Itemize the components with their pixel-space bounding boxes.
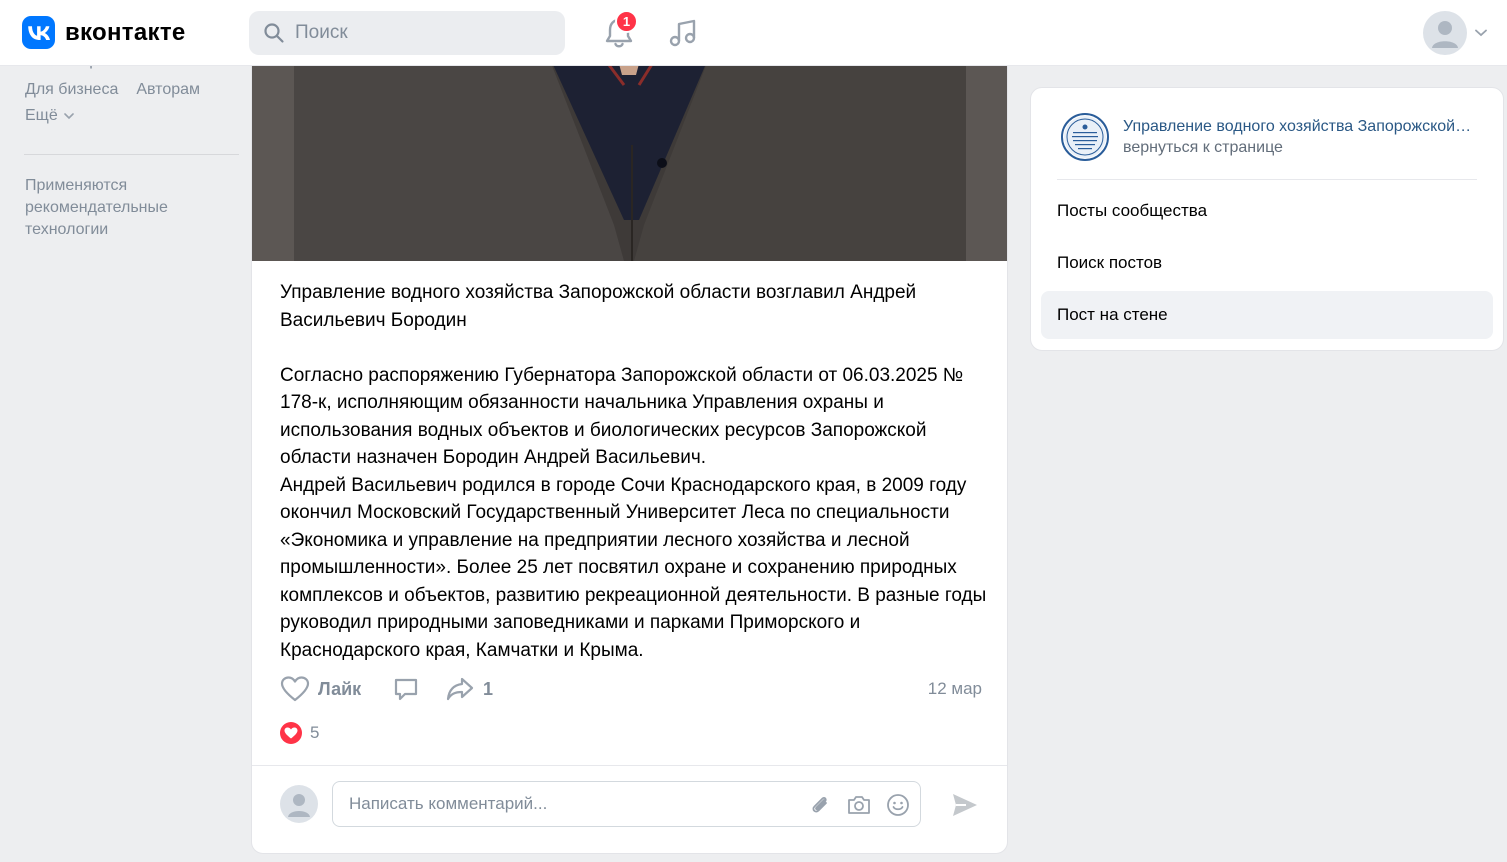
user-placeholder-icon (288, 794, 310, 817)
panel-item-search-posts[interactable]: Поиск постов (1041, 239, 1493, 287)
heart-reaction-icon (280, 722, 302, 744)
community-panel: Управление водного хозяйства Запорожской… (1030, 87, 1504, 351)
group-emblem-icon (1064, 116, 1106, 158)
group-logo (1061, 113, 1109, 161)
wall-post: Управление водного хозяйства Запорожской… (251, 44, 1008, 854)
nav-more-label: Ещё (25, 107, 58, 124)
share-icon (446, 677, 474, 701)
attach-icon[interactable] (808, 793, 832, 817)
post-divider (252, 765, 1007, 766)
share-count: 1 (483, 678, 494, 699)
reactions-summary[interactable]: 5 (280, 722, 319, 744)
comment-avatar[interactable] (280, 785, 318, 823)
like-label: Лайк (318, 678, 362, 699)
heart-outline-icon (280, 676, 310, 702)
post-actions: Лайк 1 12 мар (280, 675, 982, 707)
post-date[interactable]: 12 мар (928, 679, 982, 699)
panel-item-community-posts[interactable]: Посты сообщества (1041, 187, 1493, 235)
notifications-badge: 1 (615, 10, 638, 33)
back-to-page-link[interactable]: вернуться к странице (1123, 139, 1475, 157)
camera-icon[interactable] (846, 793, 872, 817)
group-header[interactable]: Управление водного хозяйства Запорожской… (1061, 113, 1475, 161)
profile-menu[interactable] (1423, 11, 1487, 55)
nav-link-authors[interactable]: Авторам (136, 81, 200, 99)
recommendation-note[interactable]: Применяются рекомендательные технологии (25, 175, 225, 241)
nav-divider (24, 154, 239, 155)
vk-logo-icon (22, 16, 55, 49)
music-icon[interactable] (667, 17, 699, 49)
share-button[interactable]: 1 (445, 675, 493, 703)
comment-tools (808, 793, 910, 817)
like-button[interactable]: Лайк (280, 675, 361, 703)
post-title: Управление водного хозяйства Запорожской… (280, 282, 917, 331)
comment-placeholder: Написать комментарий... (349, 794, 548, 813)
nav-link-business[interactable]: Для бизнеса (25, 81, 118, 99)
chevron-down-icon (63, 112, 74, 119)
vk-logo[interactable]: вконтакте (22, 16, 186, 49)
reactions-count: 5 (310, 723, 320, 742)
comment-input[interactable]: Написать комментарий... (332, 781, 921, 827)
comment-composer: Написать комментарий... (280, 781, 982, 827)
panel-divider (1057, 179, 1477, 180)
avatar (1423, 11, 1467, 55)
post-photo[interactable] (252, 45, 1007, 261)
logo-text: вконтакте (65, 18, 186, 46)
emoji-icon[interactable] (886, 793, 910, 817)
search-placeholder: Поиск (295, 22, 348, 43)
post-paragraph-1: Согласно распоряжению Губернатора Запоро… (280, 364, 964, 469)
search-icon (264, 23, 284, 43)
group-title[interactable]: Управление водного хозяйства Запорожской… (1123, 118, 1475, 136)
user-placeholder-icon (1432, 21, 1458, 48)
nav-links: Для бизнеса Авторам (25, 81, 200, 99)
chevron-down-icon (1475, 29, 1487, 37)
nav-more-button[interactable]: Ещё (25, 107, 74, 125)
send-icon[interactable] (950, 791, 980, 819)
comment-button[interactable] (392, 675, 420, 703)
post-paragraph-2: Андрей Васильевич родился в городе Сочи … (280, 474, 987, 661)
post-text: Управление водного хозяйства Запорожской… (280, 279, 990, 664)
group-info: Управление водного хозяйства Запорожской… (1123, 118, 1475, 157)
comment-icon (394, 678, 418, 701)
panel-item-wall-post[interactable]: Пост на стене (1041, 291, 1493, 339)
search-input[interactable]: Поиск (249, 11, 565, 55)
top-header: вконтакте Поиск 1 (0, 0, 1507, 66)
post-photo-image (294, 45, 966, 261)
